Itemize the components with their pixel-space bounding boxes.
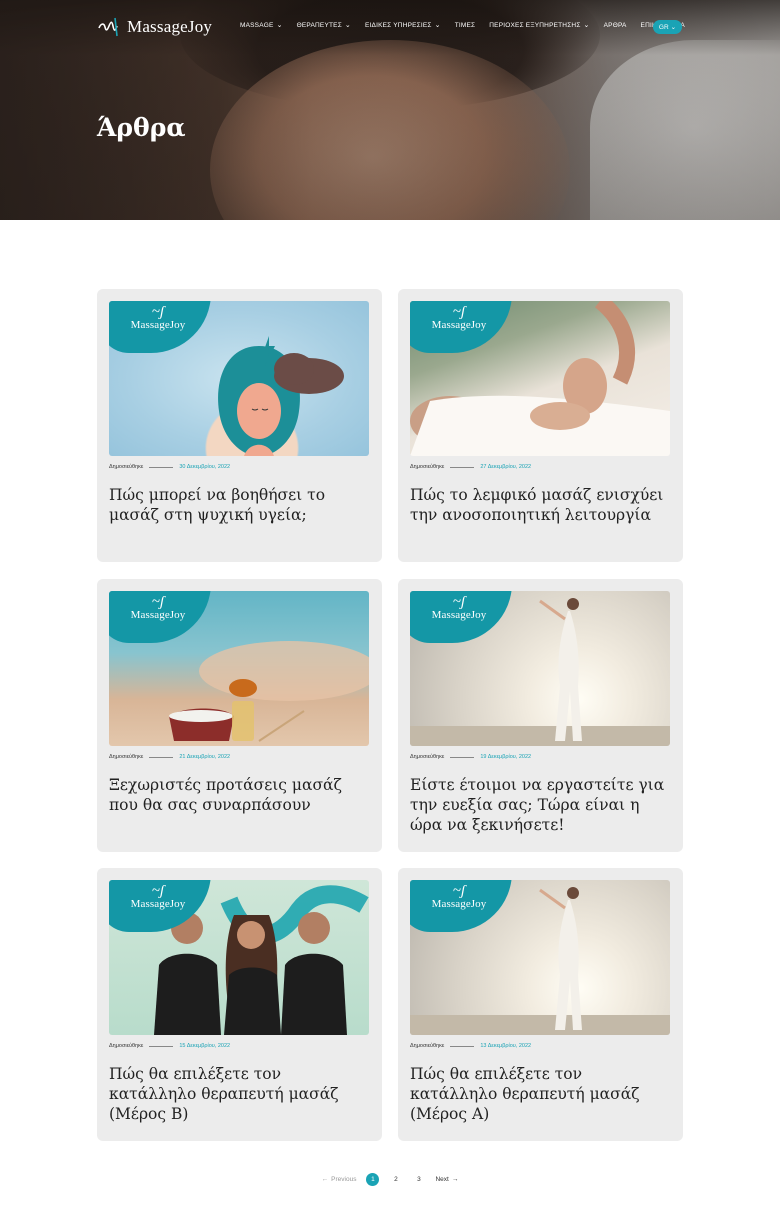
article-card[interactable]: ~ʃ MassageJoy Δημοσιεύθηκε 15 Δεκεμβρίου,…: [97, 868, 382, 1141]
hero-banner: MassageJoy MASSAGE ⌄ ΘΕΡΑΠΕΥΤΕΣ ⌄ ΕΙΔΙΚΕΣ …: [0, 0, 780, 220]
brand-badge: ~ʃ MassageJoy: [109, 301, 211, 353]
article-card[interactable]: ~ʃ MassageJoy Δημοσιεύθηκε 13 Δεκεμβρίου,…: [398, 868, 683, 1141]
storm-cloud-icon: [263, 336, 344, 394]
nav-item-prices[interactable]: ΤΙΜΕΣ: [455, 22, 476, 29]
article-image: ~ʃ MassageJoy: [410, 301, 670, 456]
logo-mark-icon: [98, 17, 118, 37]
chevron-down-icon: ⌄: [276, 22, 283, 29]
article-meta: Δημοσιεύθηκε 21 Δεκεμβρίου, 2022: [109, 754, 231, 760]
nav-item-therapists[interactable]: ΘΕΡΑΠΕΥΤΕΣ ⌄: [297, 22, 351, 29]
chevron-down-icon: ⌄: [583, 22, 590, 29]
article-title[interactable]: Ξεχωριστές προτάσεις μασάζ που θα σας συ…: [109, 775, 371, 815]
article-meta: Δημοσιεύθηκε 19 Δεκεμβρίου, 2022: [410, 754, 532, 760]
article-image: ~ʃ MassageJoy: [109, 880, 369, 1035]
article-card[interactable]: ~ʃ MassageJoy Δημοσιεύθηκε 30 Δεκεμβρίου,…: [97, 289, 382, 562]
page-3-link[interactable]: 3: [412, 1173, 425, 1186]
pagination: ← Previous 1 2 3 Next →: [0, 1173, 780, 1186]
previous-page-link[interactable]: ← Previous: [322, 1176, 357, 1183]
chevron-down-icon: ⌄: [670, 24, 677, 31]
article-card[interactable]: ~ʃ MassageJoy Δημοσιεύθηκε 27 Δεκεμβρίου,…: [398, 289, 683, 562]
article-meta: Δημοσιεύθηκε 15 Δεκεμβρίου, 2022: [109, 1043, 231, 1049]
main-nav: MASSAGE ⌄ ΘΕΡΑΠΕΥΤΕΣ ⌄ ΕΙΔΙΚΕΣ ΥΠΗΡΕΣΙΕΣ ⌄ …: [240, 22, 685, 29]
article-title[interactable]: Πώς το λεμφικό μασάζ ενισχύει την ανοσοπ…: [410, 485, 672, 525]
page-title: Άρθρα: [97, 113, 186, 142]
article-title[interactable]: Πώς μπορεί να βοηθήσει το μασάζ στη ψυχι…: [109, 485, 371, 525]
chevron-down-icon: ⌄: [434, 22, 441, 29]
chevron-down-icon: ⌄: [344, 22, 351, 29]
logo-text: MassageJoy: [127, 17, 213, 36]
article-meta: Δημοσιεύθηκε 13 Δεκεμβρίου, 2022: [410, 1043, 532, 1049]
nav-item-special-services[interactable]: ΕΙΔΙΚΕΣ ΥΠΗΡΕΣΙΕΣ ⌄: [365, 22, 441, 29]
arrow-left-icon: ←: [321, 1176, 329, 1183]
article-image: ~ʃ MassageJoy: [410, 880, 670, 1035]
nav-item-articles[interactable]: ΑΡΘΡΑ: [604, 22, 627, 29]
nav-item-massage[interactable]: MASSAGE ⌄: [240, 22, 283, 29]
page-1-link[interactable]: 1: [366, 1173, 380, 1186]
site-logo[interactable]: MassageJoy: [97, 14, 212, 40]
article-title[interactable]: Πώς θα επιλέξετε τον κατάλληλο θεραπευτή…: [410, 1064, 672, 1124]
article-card[interactable]: ~ʃ MassageJoy Δημοσιεύθηκε 21 Δεκεμβρίου,…: [97, 579, 382, 852]
article-meta: Δημοσιεύθηκε 27 Δεκεμβρίου, 2022: [410, 464, 532, 470]
article-image: ~ʃ MassageJoy: [109, 301, 369, 456]
article-image: ~ʃ MassageJoy: [410, 591, 670, 746]
nav-item-service-areas[interactable]: ΠΕΡΙΟΧΕΣ ΕΞΥΠΗΡΕΤΗΣΗΣ ⌄: [489, 22, 589, 29]
article-title[interactable]: Πώς θα επιλέξετε τον κατάλληλο θεραπευτή…: [109, 1064, 371, 1124]
article-image: ~ʃ MassageJoy: [109, 591, 369, 746]
article-meta: Δημοσιεύθηκε 30 Δεκεμβρίου, 2022: [109, 464, 231, 470]
page-2-link[interactable]: 2: [389, 1173, 402, 1186]
article-title[interactable]: Είστε έτοιμοι να εργαστείτε για την ευεξ…: [410, 775, 672, 835]
arrow-right-icon: →: [451, 1176, 459, 1183]
article-card[interactable]: ~ʃ MassageJoy Δημοσιεύθηκε 19 Δεκεμβρίου,…: [398, 579, 683, 852]
language-selector[interactable]: GR ⌄: [653, 20, 682, 34]
next-page-link[interactable]: Next →: [435, 1176, 458, 1183]
